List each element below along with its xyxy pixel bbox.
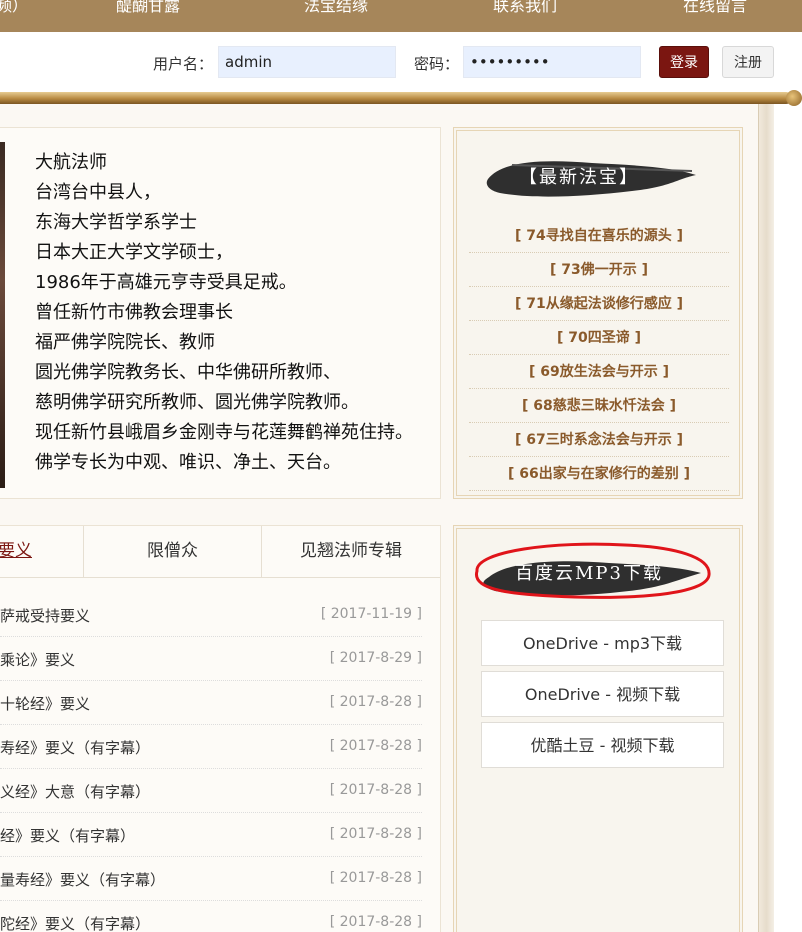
top-nav: 频） 醍醐甘露 法宝结缘 联系我们 在线留言 (0, 0, 802, 32)
tab-essentials[interactable]: 要义 (0, 526, 82, 577)
nav-item-contact[interactable]: 联系我们 (493, 0, 557, 16)
list-item[interactable]: 寿经》要义（有字幕） [ 2017-8-28 ] (0, 725, 422, 769)
lecture-tabs: 要义 限僧众 见翘法师专辑 (0, 526, 440, 578)
list-item-title[interactable]: 寿经》要义（有字幕） (0, 737, 150, 758)
list-item-title[interactable]: 陀经》要义（有字幕） (0, 913, 150, 932)
bio-line: 曾任新竹市佛教会理事长 (35, 302, 233, 323)
list-item-title[interactable]: 经》要义（有字幕） (0, 825, 135, 846)
list-item-date: [ 2017-8-29 ] (329, 650, 422, 666)
bio-line: 大航法师 (35, 152, 107, 173)
list-item-title[interactable]: 十轮经》要义 (0, 693, 90, 714)
latest-dharma-panel: 【最新法宝】 [ 74寻找自在喜乐的源头 ] [ 73佛一开示 ] [ 71从缘… (453, 127, 743, 499)
youku-video-download-button[interactable]: 优酷土豆 - 视频下载 (481, 722, 724, 768)
latest-dharma-title: 【最新法宝】 (519, 167, 639, 188)
bio-line: 佛学专长为中观、唯识、净土、天台。 (35, 452, 341, 473)
nav-item-guestbook[interactable]: 在线留言 (683, 0, 747, 16)
list-item[interactable]: 萨戒受持要义 [ 2017-11-19 ] (0, 593, 422, 637)
bio-line: 慈明佛学研究所教师、圆光佛学院教师。 (35, 392, 359, 413)
list-item[interactable]: 经》要义（有字幕） [ 2017-8-28 ] (0, 813, 422, 857)
lecture-list-panel: 要义 限僧众 见翘法师专辑 萨戒受持要义 [ 2017-11-19 ] 乘论》要… (0, 525, 441, 932)
list-item-title[interactable]: 乘论》要义 (0, 649, 75, 670)
login-button[interactable]: 登录 (659, 46, 709, 78)
download-title: 百度云MP3下载 (515, 563, 663, 584)
list-item-date: [ 2017-8-28 ] (329, 914, 422, 930)
nav-item-video[interactable]: 频） (0, 0, 28, 16)
onedrive-mp3-download-button[interactable]: OneDrive - mp3下载 (481, 620, 724, 666)
list-item-date: [ 2017-11-19 ] (320, 606, 422, 622)
latest-dharma-item[interactable]: [ 66出家与在家修行的差别 ] (469, 457, 729, 491)
bio-line: 现任新竹县峨眉乡金刚寺与花莲舞鹤禅苑住持。 (35, 422, 413, 443)
latest-dharma-item[interactable]: [ 67三时系念法会与开示 ] (469, 423, 729, 457)
list-item-title[interactable]: 义经》大意（有字幕） (0, 781, 150, 802)
list-item-date: [ 2017-8-28 ] (329, 782, 422, 798)
download-panel: 百度云MP3下载 OneDrive - mp3下载 OneDrive - 视频下… (453, 525, 743, 932)
master-photo (0, 142, 5, 488)
list-item[interactable]: 量寿经》要义（有字幕） [ 2017-8-28 ] (0, 857, 422, 901)
list-item-title[interactable]: 量寿经》要义（有字幕） (0, 869, 165, 890)
onedrive-video-download-button[interactable]: OneDrive - 视频下载 (481, 671, 724, 717)
list-item-date: [ 2017-8-28 ] (329, 738, 422, 754)
scroll-knob-decoration (786, 90, 802, 106)
register-button[interactable]: 注册 (722, 46, 774, 78)
latest-dharma-item[interactable]: [ 68慈悲三昧水忏法会 ] (469, 389, 729, 423)
nav-item-dharma-gift[interactable]: 法宝结缘 (304, 0, 368, 16)
bio-line: 台湾台中县人， (35, 182, 161, 203)
bio-line: 东海大学哲学系学士 (35, 212, 197, 233)
password-input[interactable] (463, 46, 641, 78)
login-bar: 用户名： 密码： 登录 注册 (0, 32, 802, 90)
tab-monastics-only[interactable]: 限僧众 (84, 526, 261, 577)
bio-line: 日本大正大学文学硕士， (35, 242, 233, 263)
tab-jianchi-collection[interactable]: 见翘法师专辑 (262, 526, 440, 577)
latest-dharma-item[interactable]: [ 74寻找自在喜乐的源头 ] (469, 219, 729, 253)
scroll-rod-decoration (0, 92, 792, 104)
list-item-date: [ 2017-8-28 ] (329, 826, 422, 842)
latest-dharma-item[interactable]: [ 73佛一开示 ] (469, 253, 729, 287)
username-label: 用户名： (153, 55, 214, 73)
bio-line: 福严佛学院院长、教师 (35, 332, 215, 353)
list-item-title[interactable]: 萨戒受持要义 (0, 605, 90, 626)
list-item[interactable]: 十轮经》要义 [ 2017-8-28 ] (0, 681, 422, 725)
list-item[interactable]: 陀经》要义（有字幕） [ 2017-8-28 ] (0, 901, 422, 932)
bio-line: 圆光佛学院教务长、中华佛研所教师、 (35, 362, 341, 383)
password-label: 密码： (414, 55, 460, 73)
list-item[interactable]: 乘论》要义 [ 2017-8-29 ] (0, 637, 422, 681)
latest-dharma-item[interactable]: [ 69放生法会与开示 ] (469, 355, 729, 389)
latest-dharma-item[interactable]: [ 70四圣谛 ] (469, 321, 729, 355)
list-item[interactable]: 义经》大意（有字幕） [ 2017-8-28 ] (0, 769, 422, 813)
list-item-date: [ 2017-8-28 ] (329, 870, 422, 886)
master-bio-panel: 大航法师 台湾台中县人， 东海大学哲学系学士 日本大正大学文学硕士， 1986年… (0, 127, 441, 499)
scroll-paper-edge (758, 104, 774, 932)
latest-dharma-item[interactable]: [ 71从缘起法谈修行感应 ] (469, 287, 729, 321)
nav-item-nectar[interactable]: 醍醐甘露 (116, 0, 180, 16)
username-input[interactable] (218, 46, 396, 78)
list-item-date: [ 2017-8-28 ] (329, 694, 422, 710)
bio-line: 1986年于高雄元亨寺受具足戒。 (35, 272, 297, 293)
